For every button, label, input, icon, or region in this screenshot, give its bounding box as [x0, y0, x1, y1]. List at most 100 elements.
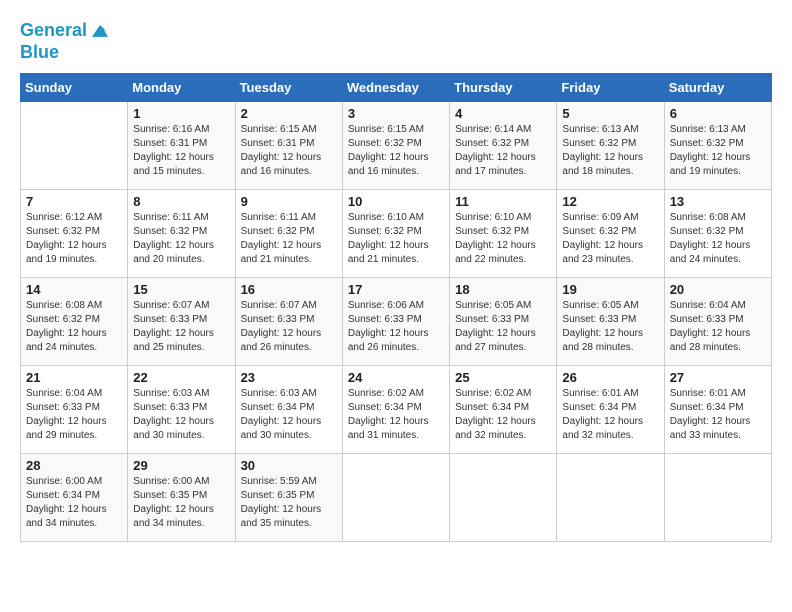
day-info: Sunrise: 5:59 AM Sunset: 6:35 PM Dayligh…: [241, 475, 337, 531]
sunset-text: Sunset: 6:34 PM: [241, 402, 315, 413]
sunrise-text: Sunrise: 6:15 AM: [241, 124, 317, 135]
day-number: 27: [670, 370, 766, 385]
daylight-text: Daylight: 12 hours and 34 minutes.: [26, 504, 107, 529]
day-info: Sunrise: 6:01 AM Sunset: 6:34 PM Dayligh…: [670, 387, 766, 443]
sunset-text: Sunset: 6:31 PM: [133, 138, 207, 149]
calendar-cell: 14 Sunrise: 6:08 AM Sunset: 6:32 PM Dayl…: [21, 278, 128, 366]
sunrise-text: Sunrise: 6:11 AM: [241, 212, 316, 223]
day-number: 21: [26, 370, 122, 385]
daylight-text: Daylight: 12 hours and 27 minutes.: [455, 328, 536, 353]
calendar-cell: 9 Sunrise: 6:11 AM Sunset: 6:32 PM Dayli…: [235, 190, 342, 278]
day-number: 20: [670, 282, 766, 297]
day-number: 3: [348, 106, 444, 121]
day-info: Sunrise: 6:12 AM Sunset: 6:32 PM Dayligh…: [26, 211, 122, 267]
calendar-cell: 27 Sunrise: 6:01 AM Sunset: 6:34 PM Dayl…: [664, 366, 771, 454]
day-info: Sunrise: 6:07 AM Sunset: 6:33 PM Dayligh…: [241, 299, 337, 355]
sunrise-text: Sunrise: 6:01 AM: [670, 388, 746, 399]
calendar-cell: 8 Sunrise: 6:11 AM Sunset: 6:32 PM Dayli…: [128, 190, 235, 278]
sunrise-text: Sunrise: 6:03 AM: [133, 388, 209, 399]
column-header-tuesday: Tuesday: [235, 74, 342, 102]
day-number: 11: [455, 194, 551, 209]
day-number: 14: [26, 282, 122, 297]
sunrise-text: Sunrise: 6:05 AM: [455, 300, 531, 311]
daylight-text: Daylight: 12 hours and 24 minutes.: [670, 240, 751, 265]
sunset-text: Sunset: 6:32 PM: [26, 314, 100, 325]
day-info: Sunrise: 6:08 AM Sunset: 6:32 PM Dayligh…: [26, 299, 122, 355]
column-header-wednesday: Wednesday: [342, 74, 449, 102]
day-info: Sunrise: 6:09 AM Sunset: 6:32 PM Dayligh…: [562, 211, 658, 267]
day-info: Sunrise: 6:11 AM Sunset: 6:32 PM Dayligh…: [133, 211, 229, 267]
calendar-cell: [21, 102, 128, 190]
day-info: Sunrise: 6:03 AM Sunset: 6:34 PM Dayligh…: [241, 387, 337, 443]
day-info: Sunrise: 6:05 AM Sunset: 6:33 PM Dayligh…: [562, 299, 658, 355]
sunset-text: Sunset: 6:32 PM: [455, 138, 529, 149]
calendar-cell: 6 Sunrise: 6:13 AM Sunset: 6:32 PM Dayli…: [664, 102, 771, 190]
sunset-text: Sunset: 6:32 PM: [348, 138, 422, 149]
day-number: 15: [133, 282, 229, 297]
sunrise-text: Sunrise: 6:08 AM: [670, 212, 746, 223]
sunrise-text: Sunrise: 5:59 AM: [241, 476, 317, 487]
day-info: Sunrise: 6:15 AM Sunset: 6:31 PM Dayligh…: [241, 123, 337, 179]
daylight-text: Daylight: 12 hours and 19 minutes.: [26, 240, 107, 265]
calendar-cell: 21 Sunrise: 6:04 AM Sunset: 6:33 PM Dayl…: [21, 366, 128, 454]
calendar-cell: 23 Sunrise: 6:03 AM Sunset: 6:34 PM Dayl…: [235, 366, 342, 454]
calendar-cell: 7 Sunrise: 6:12 AM Sunset: 6:32 PM Dayli…: [21, 190, 128, 278]
day-number: 10: [348, 194, 444, 209]
daylight-text: Daylight: 12 hours and 16 minutes.: [348, 152, 429, 177]
sunrise-text: Sunrise: 6:05 AM: [562, 300, 638, 311]
sunrise-text: Sunrise: 6:11 AM: [133, 212, 208, 223]
day-number: 6: [670, 106, 766, 121]
daylight-text: Daylight: 12 hours and 33 minutes.: [670, 416, 751, 441]
day-number: 28: [26, 458, 122, 473]
sunset-text: Sunset: 6:31 PM: [241, 138, 315, 149]
daylight-text: Daylight: 12 hours and 30 minutes.: [241, 416, 322, 441]
day-number: 30: [241, 458, 337, 473]
calendar-cell: 13 Sunrise: 6:08 AM Sunset: 6:32 PM Dayl…: [664, 190, 771, 278]
calendar-cell: [664, 454, 771, 542]
calendar-cell: 16 Sunrise: 6:07 AM Sunset: 6:33 PM Dayl…: [235, 278, 342, 366]
sunset-text: Sunset: 6:32 PM: [562, 138, 636, 149]
day-info: Sunrise: 6:10 AM Sunset: 6:32 PM Dayligh…: [455, 211, 551, 267]
day-number: 19: [562, 282, 658, 297]
daylight-text: Daylight: 12 hours and 30 minutes.: [133, 416, 214, 441]
sunrise-text: Sunrise: 6:13 AM: [670, 124, 746, 135]
calendar-cell: 22 Sunrise: 6:03 AM Sunset: 6:33 PM Dayl…: [128, 366, 235, 454]
calendar-cell: 1 Sunrise: 6:16 AM Sunset: 6:31 PM Dayli…: [128, 102, 235, 190]
day-number: 4: [455, 106, 551, 121]
sunrise-text: Sunrise: 6:08 AM: [26, 300, 102, 311]
calendar-cell: 17 Sunrise: 6:06 AM Sunset: 6:33 PM Dayl…: [342, 278, 449, 366]
sunrise-text: Sunrise: 6:04 AM: [26, 388, 102, 399]
column-header-saturday: Saturday: [664, 74, 771, 102]
sunrise-text: Sunrise: 6:00 AM: [26, 476, 102, 487]
sunset-text: Sunset: 6:32 PM: [241, 226, 315, 237]
daylight-text: Daylight: 12 hours and 28 minutes.: [562, 328, 643, 353]
day-info: Sunrise: 6:13 AM Sunset: 6:32 PM Dayligh…: [562, 123, 658, 179]
calendar-cell: 15 Sunrise: 6:07 AM Sunset: 6:33 PM Dayl…: [128, 278, 235, 366]
calendar-week-row: 14 Sunrise: 6:08 AM Sunset: 6:32 PM Dayl…: [21, 278, 772, 366]
daylight-text: Daylight: 12 hours and 23 minutes.: [562, 240, 643, 265]
daylight-text: Daylight: 12 hours and 21 minutes.: [348, 240, 429, 265]
calendar-week-row: 21 Sunrise: 6:04 AM Sunset: 6:33 PM Dayl…: [21, 366, 772, 454]
sunrise-text: Sunrise: 6:02 AM: [348, 388, 424, 399]
day-info: Sunrise: 6:16 AM Sunset: 6:31 PM Dayligh…: [133, 123, 229, 179]
daylight-text: Daylight: 12 hours and 29 minutes.: [26, 416, 107, 441]
column-header-monday: Monday: [128, 74, 235, 102]
day-info: Sunrise: 6:05 AM Sunset: 6:33 PM Dayligh…: [455, 299, 551, 355]
sunset-text: Sunset: 6:34 PM: [455, 402, 529, 413]
day-number: 17: [348, 282, 444, 297]
sunrise-text: Sunrise: 6:01 AM: [562, 388, 638, 399]
daylight-text: Daylight: 12 hours and 31 minutes.: [348, 416, 429, 441]
calendar-cell: [450, 454, 557, 542]
sunset-text: Sunset: 6:33 PM: [562, 314, 636, 325]
sunset-text: Sunset: 6:34 PM: [26, 490, 100, 501]
calendar-cell: 20 Sunrise: 6:04 AM Sunset: 6:33 PM Dayl…: [664, 278, 771, 366]
daylight-text: Daylight: 12 hours and 28 minutes.: [670, 328, 751, 353]
daylight-text: Daylight: 12 hours and 16 minutes.: [241, 152, 322, 177]
day-number: 7: [26, 194, 122, 209]
calendar-header-row: SundayMondayTuesdayWednesdayThursdayFrid…: [21, 74, 772, 102]
sunset-text: Sunset: 6:32 PM: [348, 226, 422, 237]
day-info: Sunrise: 6:11 AM Sunset: 6:32 PM Dayligh…: [241, 211, 337, 267]
calendar-cell: 26 Sunrise: 6:01 AM Sunset: 6:34 PM Dayl…: [557, 366, 664, 454]
day-info: Sunrise: 6:10 AM Sunset: 6:32 PM Dayligh…: [348, 211, 444, 267]
day-info: Sunrise: 6:15 AM Sunset: 6:32 PM Dayligh…: [348, 123, 444, 179]
